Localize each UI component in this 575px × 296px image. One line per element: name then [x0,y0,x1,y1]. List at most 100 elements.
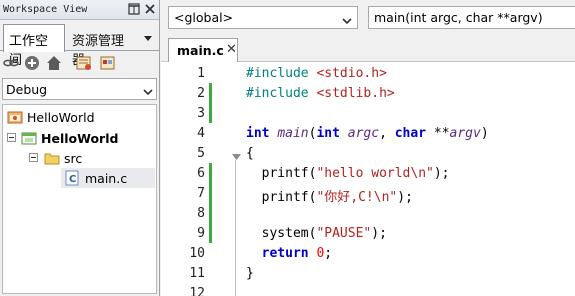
code-token: } [246,266,254,281]
build-config-value: Debug [6,82,48,97]
code-line: printf("你好,C!\n"); [246,186,413,205]
code-token: char [394,126,427,141]
change-marker [209,223,212,243]
line-number: 3 [197,106,205,121]
editor-panel: <global> main(int argc, char **argv) mai… [161,0,575,296]
code-token: int [246,126,270,141]
code-token: ); [371,226,387,241]
code-token: "hello world\n" [316,166,434,181]
tree-item-label: HelloWorld [27,110,95,125]
code-token: ); [433,166,450,181]
collapse-icon[interactable] [29,153,38,162]
workspace-panel: Workspace View 工作空间 资源管理器 Debug [0,0,160,296]
build-config-select[interactable]: Debug [2,78,157,100]
change-marker [209,163,212,183]
tree-item-label: main.c [85,171,128,186]
add-icon[interactable] [24,55,40,71]
tab-label: main.c [177,43,224,58]
c-file-icon: C [64,170,80,186]
svg-text:C: C [69,174,76,185]
tab-main-c[interactable]: main.c ✕ [168,38,238,63]
function-value: main(int argc, char **argv) [374,10,543,25]
workspace-toolbar [0,52,159,74]
restore-icon[interactable] [128,3,140,15]
line-number: 1 [197,66,205,81]
fold-guide [235,160,236,296]
change-marker [209,203,212,223]
fold-icon[interactable] [232,150,241,164]
code-token: main [277,126,309,141]
project-icon [21,130,37,146]
code-token: , [379,126,395,141]
code-token: system( [246,226,317,241]
folder-icon [44,150,60,166]
close-icon[interactable]: ✕ [226,42,237,57]
code-line: } [246,266,254,281]
code-token: { [246,146,254,161]
tab-workspace[interactable]: 工作空间 [3,24,65,68]
close-icon[interactable] [144,3,156,15]
code-line: { [246,146,254,161]
code-editor[interactable]: 1 2 3 4 5 6 7 8 9 10 11 12 #include <stdio.h> #inclu… [161,62,575,296]
change-marker [209,183,212,203]
tree-item-label: HelloWorld [41,131,119,146]
clean-icon[interactable] [100,55,116,71]
chevron-down-icon [342,14,352,28]
workspace-titlebar: Workspace View [0,0,159,20]
line-number: 2 [197,86,205,101]
code-token: argc [347,126,380,141]
home-icon[interactable] [46,55,62,71]
code-line: return 0; [246,246,332,261]
tree-item-folder[interactable]: src [3,148,155,168]
code-token: int [316,126,340,141]
line-number: 6 [197,166,205,181]
line-number: 10 [189,246,205,261]
workspace-title: Workspace View [3,4,88,15]
code-line: int main(int argc, char **argv) [246,126,489,141]
code-token: printf( [246,190,317,205]
tree-item-label: src [64,151,83,166]
code-line: system("PAUSE"); [246,226,387,241]
chevron-down-icon [143,85,153,99]
code-token: "PAUSE" [316,226,372,241]
project-tree: HelloWorld HelloWorld src C main.c [2,104,157,294]
tree-item-file[interactable]: C main.c [61,168,155,188]
link-icon[interactable] [3,55,19,71]
workspace-tabs: 工作空间 资源管理器 [0,21,159,68]
chevron-down-icon[interactable] [143,32,153,41]
code-token: #include [246,66,317,81]
collapse-icon[interactable] [7,133,16,142]
code-token: argv [449,126,481,141]
code-token: ; [324,246,333,261]
code-token: "你好,C!\n" [316,190,398,205]
code-line: printf("hello world\n"); [246,166,450,181]
code-token: <stdlib.h> [316,86,395,101]
code-token: ** [426,126,450,141]
build-icon[interactable] [76,55,92,71]
line-number: 7 [197,186,205,201]
line-gutter: 1 2 3 4 5 6 7 8 9 10 11 12 [161,62,243,296]
line-number: 5 [197,146,205,161]
code-line: #include <stdio.h> [246,66,387,81]
code-token: ); [397,190,413,205]
line-number: 11 [189,266,205,281]
line-number: 12 [189,286,205,296]
function-select[interactable]: main(int argc, char **argv) [368,6,575,29]
code-line: #include <stdlib.h> [246,86,395,101]
line-number: 4 [197,126,205,141]
editor-tab-bar: main.c ✕ [161,34,575,63]
line-number: 9 [197,226,205,241]
tab-resource-manager[interactable]: 资源管理器 [67,25,139,68]
code-token: printf( [246,166,317,181]
code-token: <stdio.h> [316,66,387,81]
workspace-icon [7,109,23,125]
code-token: #include [246,86,317,101]
tree-item-workspace[interactable]: HelloWorld [3,107,155,127]
tree-item-project[interactable]: HelloWorld [3,128,155,148]
scope-value: <global> [174,10,234,25]
scope-select[interactable]: <global> [168,6,358,29]
code-token: ) [480,126,489,141]
change-marker [209,103,212,123]
